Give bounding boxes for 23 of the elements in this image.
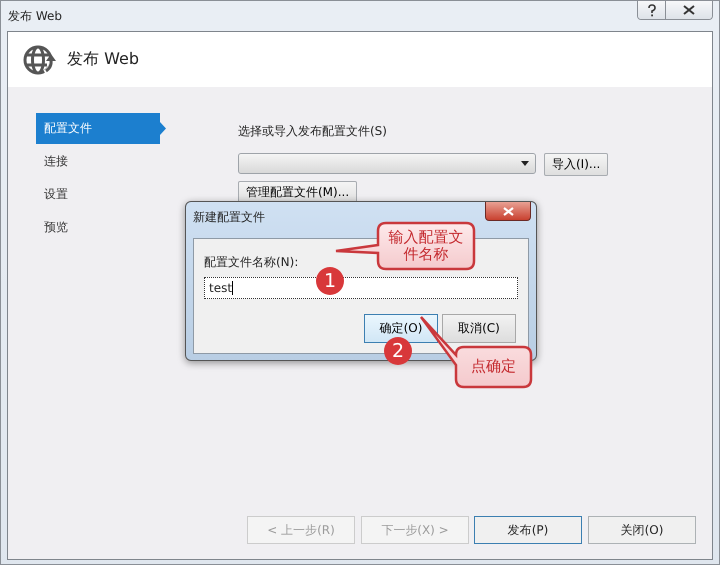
sidebar-item[interactable]: 预览 [36, 212, 166, 243]
close-icon [502, 206, 514, 216]
header-title: 发布 Web [67, 49, 139, 70]
close-button[interactable] [665, 1, 712, 19]
help-button[interactable] [638, 1, 665, 19]
help-icon [646, 4, 658, 16]
ok-button[interactable]: 确定(O) [364, 314, 438, 343]
sidebar-item[interactable]: 连接 [36, 146, 166, 177]
import-button[interactable]: 导入(I)... [544, 153, 608, 176]
dialog-title: 新建配置文件 [193, 209, 265, 226]
wizard-button[interactable]: 关闭(O) [588, 516, 696, 544]
wizard-button[interactable]: 发布(P) [474, 516, 582, 544]
close-icon [683, 5, 695, 15]
dialog-close-button[interactable] [485, 202, 531, 221]
profile-label: 选择或导入发布配置文件(S) [238, 123, 388, 140]
dropdown-arrow-icon [521, 161, 529, 166]
cancel-button[interactable]: 取消(C) [442, 314, 516, 343]
sidebar-item[interactable]: 设置 [36, 179, 166, 210]
sidebar-item[interactable]: 配置文件 [36, 113, 166, 144]
callout-text: 点确定 [471, 358, 516, 376]
window-title: 发布 Web [8, 8, 62, 25]
globe-upload-icon [23, 42, 57, 76]
callout-text: 输入配置文件名称 [388, 228, 464, 264]
